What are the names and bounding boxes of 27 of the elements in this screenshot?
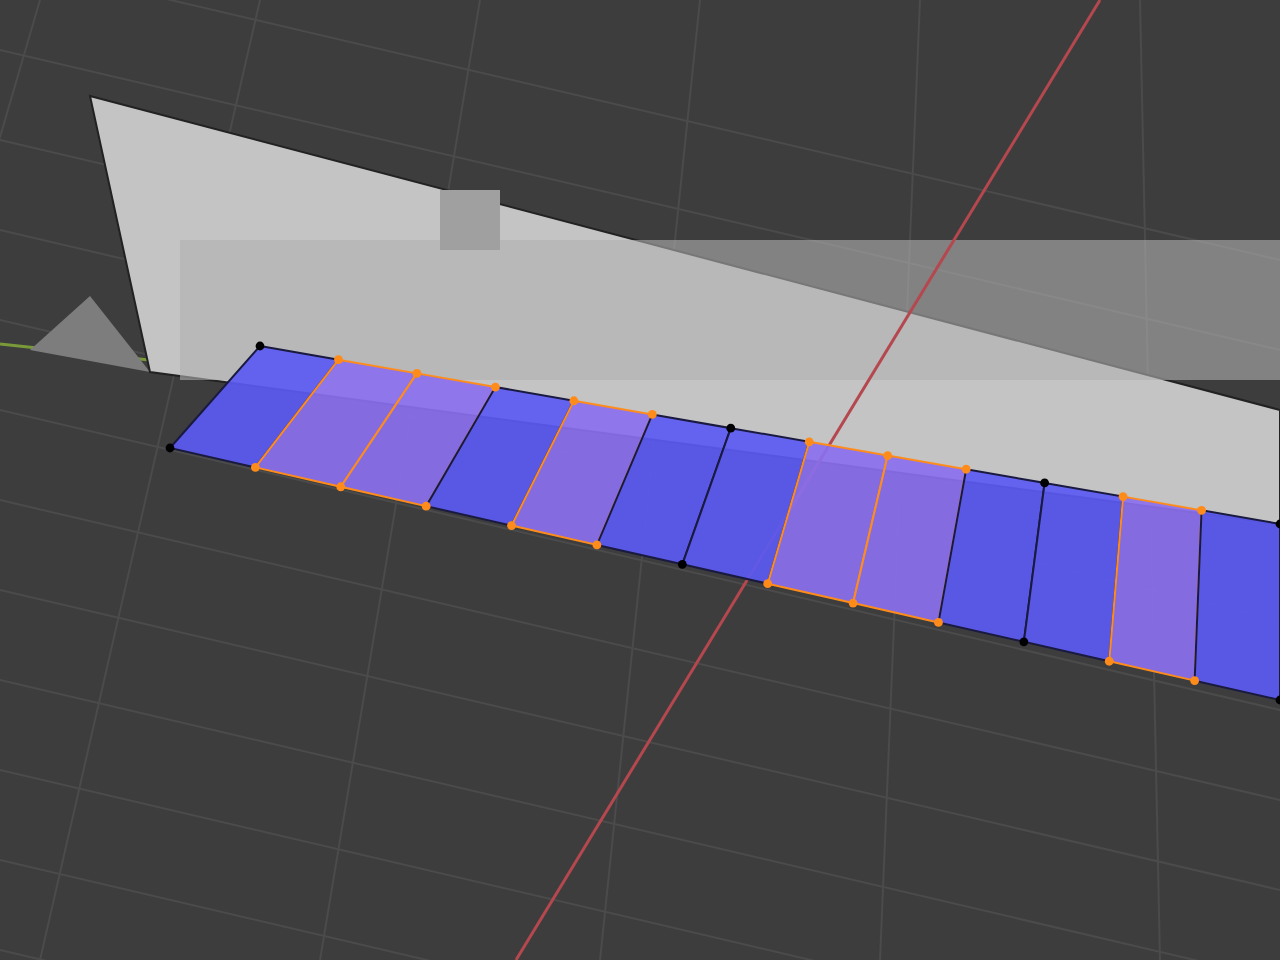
vertex-dot [763, 579, 773, 589]
vertex-dot [334, 355, 343, 365]
vertex-dot [1190, 676, 1199, 685]
vertex-dot [883, 451, 893, 460]
vertex-dot [421, 501, 431, 511]
vertex-dot [251, 463, 260, 472]
vertex-dot [647, 410, 657, 419]
vertex-dot [592, 540, 602, 550]
vertex-dot [1104, 656, 1114, 666]
vertex-dot [1197, 505, 1206, 515]
vertex-dot [255, 341, 265, 351]
vertex-dot [848, 598, 858, 608]
vertex-dot [412, 369, 422, 378]
vertex-dot [1118, 492, 1128, 501]
vertex-dot [1019, 637, 1029, 647]
vertex-dot [507, 521, 516, 530]
vertex-dot [336, 482, 346, 492]
vertex-dot [934, 618, 943, 627]
vertex-dot [961, 464, 971, 474]
vertex-dot [165, 443, 175, 453]
vertex-dot [804, 437, 814, 447]
plane-side-face [30, 296, 150, 372]
vertex-dot [726, 423, 736, 433]
vertex-dot [1040, 478, 1049, 488]
vertex-dot [491, 382, 500, 392]
vertex-dot [569, 396, 579, 406]
vertex-dot [677, 559, 687, 569]
